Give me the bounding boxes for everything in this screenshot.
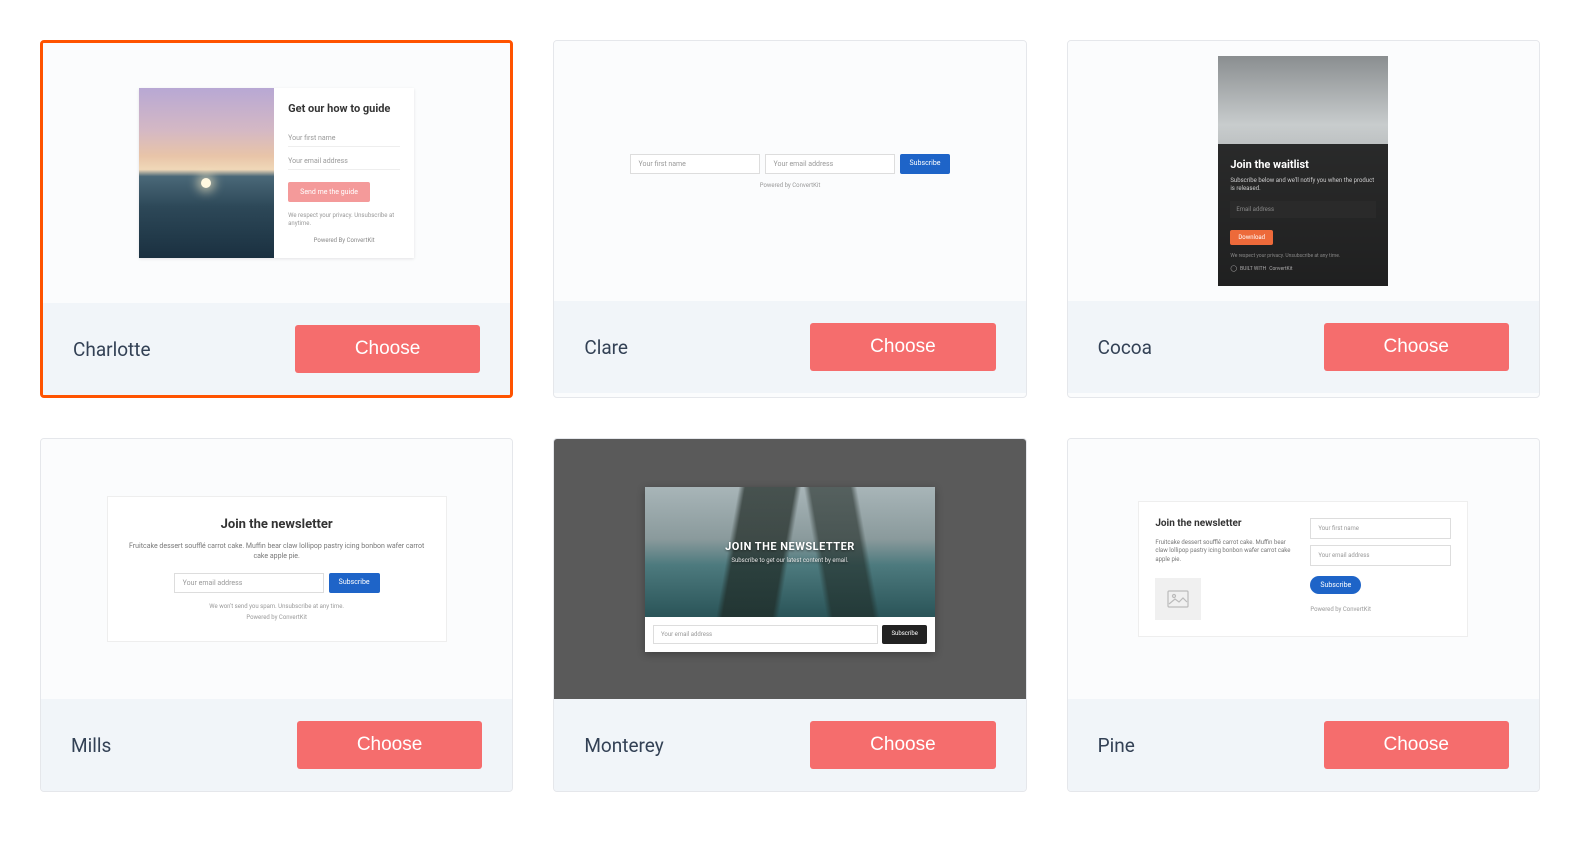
card-footer: Charlotte Choose	[43, 303, 510, 395]
email-field: Your email address	[1310, 545, 1451, 566]
form-area: Get our how to guide Your first name You…	[274, 88, 414, 259]
charlotte-mock: Get our how to guide Your first name You…	[139, 88, 414, 259]
powered-text: BUILT WITH ConvertKit	[1230, 265, 1376, 272]
form-subtitle: Subscribe below and we'll notify you whe…	[1230, 177, 1376, 193]
card-footer: Monterey Choose	[554, 699, 1025, 791]
form-title: Join the newsletter	[128, 517, 426, 532]
clare-mock: Your first name Your email address Subsc…	[630, 154, 951, 189]
template-preview: JOIN THE NEWSLETTER Subscribe to get our…	[554, 439, 1025, 699]
powered-text: Powered by ConvertKit	[128, 614, 426, 621]
email-field: Your email address	[765, 154, 895, 174]
form-title: Get our how to guide	[288, 102, 400, 116]
choose-button[interactable]: Choose	[297, 721, 483, 769]
card-footer: Pine Choose	[1068, 699, 1539, 791]
template-preview: Join the waitlist Subscribe below and we…	[1068, 41, 1539, 301]
privacy-text: We won't send you spam. Unsubscribe at a…	[128, 603, 426, 610]
email-field: Email address	[1230, 201, 1376, 218]
template-name: Cocoa	[1098, 336, 1152, 359]
template-name: Monterey	[584, 734, 663, 757]
form-subtitle: Subscribe to get our latest content by e…	[731, 557, 848, 564]
privacy-text: We respect your privacy. Unsubscribe at …	[1230, 253, 1376, 259]
choose-button[interactable]: Choose	[810, 323, 996, 371]
hero-image	[139, 88, 274, 259]
powered-text: Powered By ConvertKit	[288, 237, 400, 244]
mills-mock: Join the newsletter Fruitcake dessert so…	[107, 496, 447, 643]
template-name: Pine	[1098, 734, 1135, 757]
template-preview: Get our how to guide Your first name You…	[43, 43, 510, 303]
template-name: Clare	[584, 336, 628, 359]
form-title: Join the newsletter	[1155, 518, 1296, 529]
email-field: Your email address	[174, 573, 324, 593]
template-card-pine[interactable]: Join the newsletter Fruitcake dessert so…	[1067, 438, 1540, 792]
choose-button[interactable]: Choose	[295, 325, 481, 373]
submit-button: Subscribe	[329, 573, 380, 593]
template-card-cocoa[interactable]: Join the waitlist Subscribe below and we…	[1067, 40, 1540, 398]
email-field: Your email address	[653, 625, 878, 644]
card-footer: Clare Choose	[554, 301, 1025, 393]
overlay: Join the waitlist Subscribe below and we…	[1218, 144, 1388, 286]
powered-text: Powered by ConvertKit	[630, 182, 951, 189]
submit-button: Subscribe	[882, 625, 927, 644]
template-card-monterey[interactable]: JOIN THE NEWSLETTER Subscribe to get our…	[553, 438, 1026, 792]
choose-button[interactable]: Choose	[1324, 323, 1510, 371]
form-title: Join the waitlist	[1230, 158, 1376, 171]
template-preview: Join the newsletter Fruitcake dessert so…	[1068, 439, 1539, 699]
template-preview: Your first name Your email address Subsc…	[554, 41, 1025, 301]
inner: JOIN THE NEWSLETTER Subscribe to get our…	[645, 487, 935, 652]
template-name: Charlotte	[73, 338, 151, 361]
template-grid: Get our how to guide Your first name You…	[40, 40, 1540, 792]
name-field: Your first name	[630, 154, 760, 174]
form-row: Your first name Your email address Subsc…	[630, 154, 951, 174]
submit-button: Send me the guide	[288, 182, 370, 202]
left-col: Join the newsletter Fruitcake dessert so…	[1155, 518, 1296, 620]
form-desc: Fruitcake dessert soufflé carrot cake. M…	[128, 542, 426, 562]
submit-button: Subscribe	[900, 154, 951, 174]
card-footer: Cocoa Choose	[1068, 301, 1539, 393]
name-field: Your first name	[1310, 518, 1451, 539]
card-footer: Mills Choose	[41, 699, 512, 791]
submit-button: Subscribe	[1310, 576, 1361, 594]
choose-button[interactable]: Choose	[810, 721, 996, 769]
form-row: Your email address Subscribe	[128, 573, 426, 593]
template-name: Mills	[71, 734, 111, 757]
cocoa-mock: Join the waitlist Subscribe below and we…	[1218, 56, 1388, 286]
template-card-charlotte[interactable]: Get our how to guide Your first name You…	[40, 40, 513, 398]
privacy-text: We respect your privacy. Unsubscribe at …	[288, 212, 400, 228]
name-field: Your first name	[288, 130, 400, 147]
form-title: JOIN THE NEWSLETTER	[725, 540, 855, 553]
submit-button: Download	[1230, 230, 1273, 245]
hero: JOIN THE NEWSLETTER Subscribe to get our…	[645, 487, 935, 617]
template-preview: Join the newsletter Fruitcake dessert so…	[41, 439, 512, 699]
email-field: Your email address	[288, 153, 400, 170]
monterey-mock: JOIN THE NEWSLETTER Subscribe to get our…	[554, 439, 1025, 699]
choose-button[interactable]: Choose	[1324, 721, 1510, 769]
form-desc: Fruitcake dessert soufflé carrot cake. M…	[1155, 539, 1296, 564]
image-placeholder-icon	[1155, 578, 1201, 620]
template-card-clare[interactable]: Your first name Your email address Subsc…	[553, 40, 1026, 398]
form-row: Your email address Subscribe	[645, 617, 935, 652]
template-card-mills[interactable]: Join the newsletter Fruitcake dessert so…	[40, 438, 513, 792]
powered-text: Powered by ConvertKit	[1310, 606, 1451, 613]
pine-mock: Join the newsletter Fruitcake dessert so…	[1138, 501, 1468, 637]
right-col: Your first name Your email address Subsc…	[1310, 518, 1451, 620]
